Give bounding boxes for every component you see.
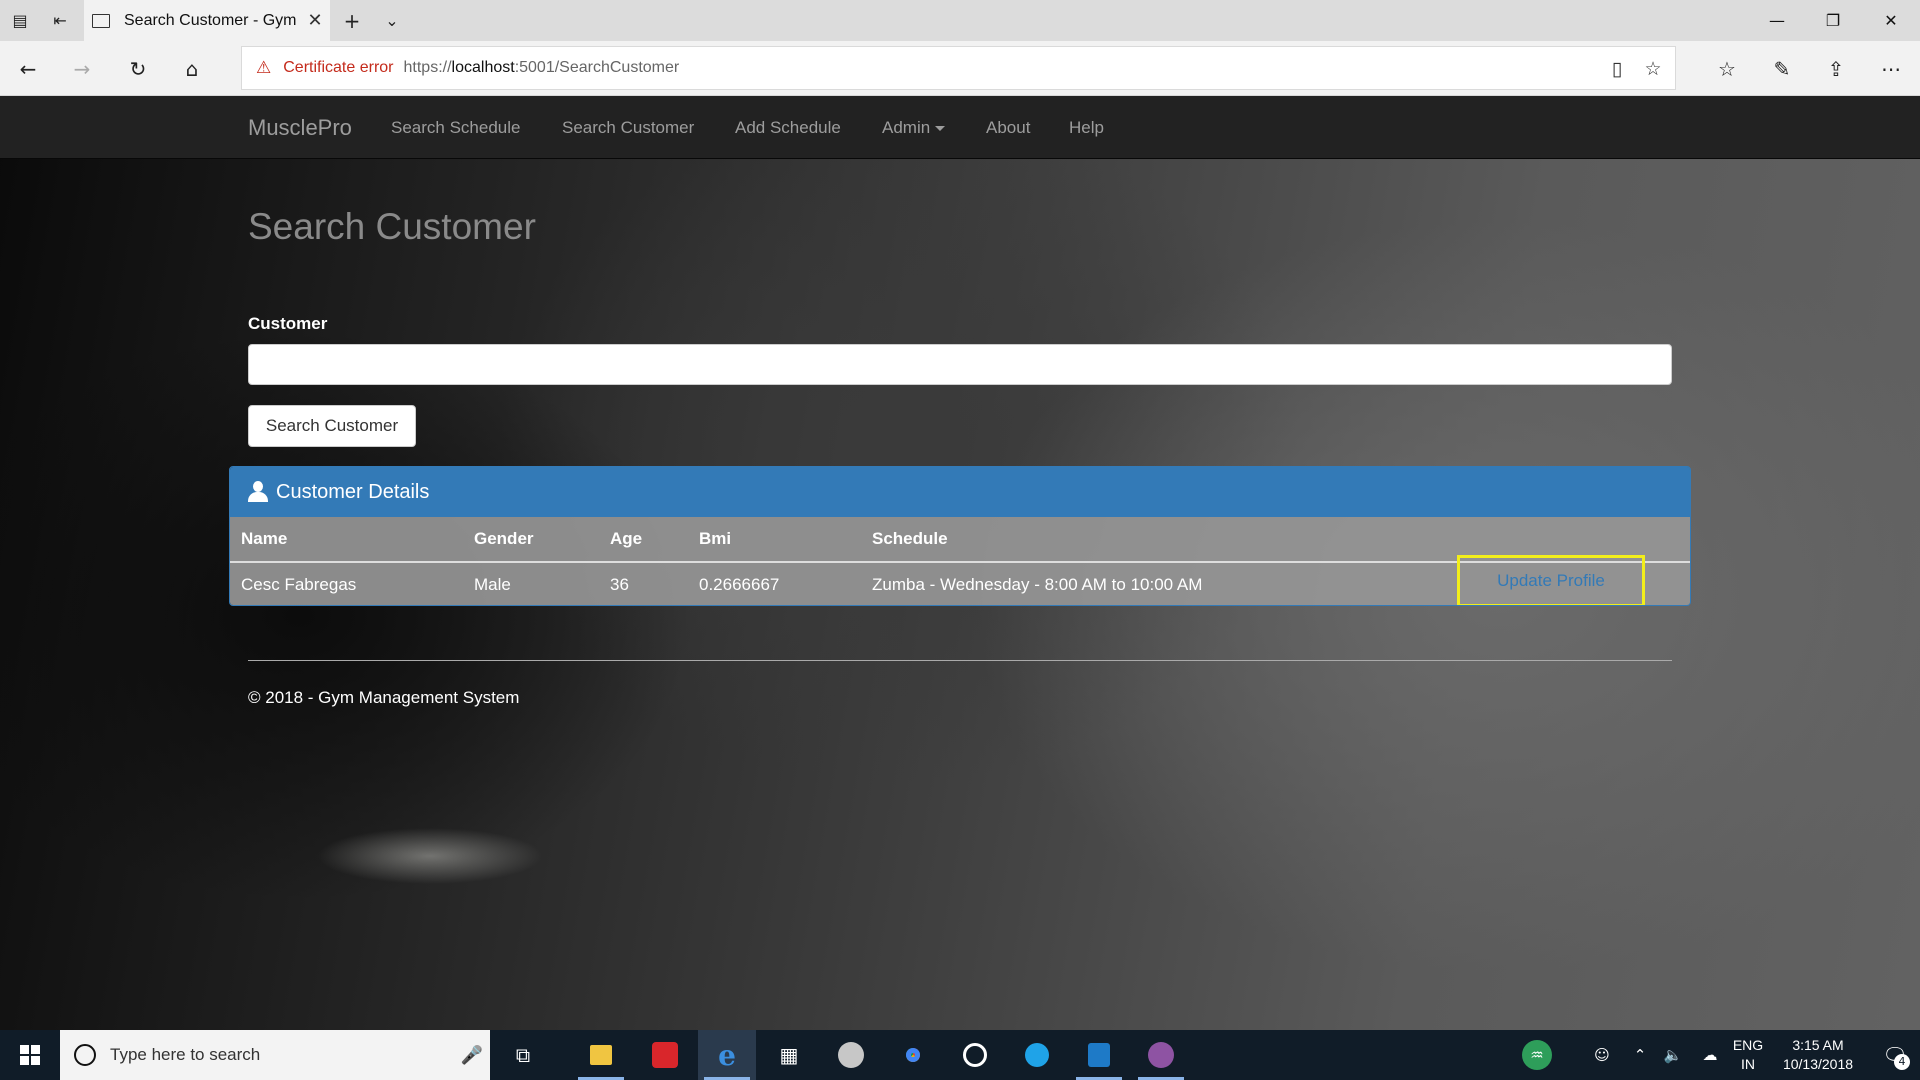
page-icon [92,13,110,28]
tab-list-icon[interactable]: ▤ [0,0,40,41]
new-tab-icon[interactable]: + [332,0,372,41]
notification-count-badge: 4 [1894,1054,1910,1070]
browser-tab[interactable]: Search Customer - Gym ✕ [84,0,330,41]
browser-tab-bar: ▤ ⇤ Search Customer - Gym ✕ + ⌄ — ❐ ✕ [0,0,1920,41]
user-icon [248,481,268,503]
footer-text: © 2018 - Gym Management System [248,688,520,707]
paint-app-icon[interactable] [822,1030,880,1080]
vscode-icon[interactable] [1070,1030,1128,1080]
file-explorer-icon[interactable] [572,1030,630,1080]
forward-icon[interactable]: → [62,49,102,89]
col-bmi: Bmi [699,529,732,548]
reading-view-icon[interactable]: ▯ [1597,47,1637,91]
action-center-icon[interactable]: 🗨 4 [1870,1030,1920,1080]
site-navbar: MusclePro Search Schedule Search Custome… [0,96,1920,159]
edge-browser-icon[interactable]: e [698,1030,756,1080]
nav-about[interactable]: About [986,96,1030,159]
taskbar-search[interactable]: Type here to search 🎤 [60,1030,490,1080]
col-name: Name [241,529,288,548]
url-host: localhost [451,59,515,76]
caret-down-icon [935,126,946,132]
col-gender: Gender [474,529,534,548]
nav-help[interactable]: Help [1069,96,1104,159]
windows-taskbar: Type here to search 🎤 ⧉ e ▦ ♒ ☺ ⌃ 🔈 ☁ EN… [0,1030,1920,1080]
brand-link[interactable]: MusclePro [248,96,352,159]
url-path: :5001/SearchCustomer [514,59,680,76]
cell-gender: Male [474,575,511,594]
restore-button[interactable]: ❐ [1806,0,1860,41]
cell-age: 36 [610,575,629,594]
nav-search-schedule[interactable]: Search Schedule [391,96,520,159]
tab-title: Search Customer - Gym [124,11,297,29]
more-icon[interactable]: ⋯ [1871,49,1911,89]
media-app-icon[interactable] [946,1030,1004,1080]
web-notes-icon[interactable]: ✎ [1762,49,1802,89]
customer-label: Customer [248,314,328,333]
cell-schedule: Zumba - Wednesday - 8:00 AM to 10:00 AM [872,575,1203,594]
certificate-error-label[interactable]: Certificate error [283,59,393,77]
reader-app-icon[interactable] [636,1030,694,1080]
minimize-button[interactable]: — [1750,0,1804,41]
system-clock[interactable]: 3:15 AM 10/13/2018 [1770,1036,1866,1074]
page-title: Search Customer [248,206,536,247]
volume-icon[interactable]: 🔈 [1656,1030,1690,1080]
tab-menu-chevron-icon[interactable]: ⌄ [372,0,412,41]
panel-heading: Customer Details [230,467,1690,517]
refresh-icon[interactable]: ↻ [118,49,158,89]
customer-details-panel: Customer Details Name Gender Age Bmi Sch… [229,466,1691,606]
skype-icon[interactable] [1008,1030,1066,1080]
home-icon[interactable]: ⌂ [172,49,212,89]
nav-add-schedule[interactable]: Add Schedule [735,96,841,159]
github-desktop-icon[interactable] [1132,1030,1190,1080]
set-aside-tabs-icon[interactable]: ⇤ [40,0,80,41]
panel-title: Customer Details [276,480,430,503]
col-age: Age [610,529,643,548]
footer-divider [248,660,1672,661]
back-icon[interactable]: ← [8,49,48,89]
nav-search-customer[interactable]: Search Customer [562,96,694,159]
customer-table: Name Gender Age Bmi Schedule Cesc Fabreg… [230,517,1690,605]
calculator-icon[interactable]: ▦ [760,1030,818,1080]
lang-code: ENG [1732,1037,1764,1053]
people-icon[interactable]: ☺ [1582,1030,1622,1080]
start-button[interactable] [0,1030,60,1080]
clock-date: 10/13/2018 [1782,1056,1854,1072]
lang-region: IN [1741,1056,1755,1072]
share-icon[interactable]: ⇪ [1816,49,1856,89]
customer-search-input[interactable] [248,344,1672,385]
nav-admin-label: Admin [882,118,931,137]
onedrive-icon[interactable]: ☁ [1692,1030,1728,1080]
clock-time: 3:15 AM [1792,1037,1844,1053]
chrome-icon[interactable] [884,1030,942,1080]
url-text[interactable]: https://localhost:5001/SearchCustomer [404,59,680,77]
pulse-monitor-icon[interactable]: ♒ [1514,1030,1560,1080]
nav-admin-dropdown[interactable]: Admin [882,96,946,159]
taskbar-search-placeholder: Type here to search [110,1045,261,1064]
cortana-icon [74,1044,96,1066]
update-profile-link[interactable]: Update Profile [1457,555,1645,605]
task-view-icon[interactable]: ⧉ [494,1030,552,1080]
warning-icon: ⚠ [256,58,272,78]
search-customer-button[interactable]: Search Customer [248,405,416,447]
input-language[interactable]: ENG IN [1730,1036,1766,1074]
url-scheme: https:// [403,59,452,76]
microphone-icon[interactable]: 🎤 [454,1045,490,1066]
windows-logo-icon [20,1045,40,1065]
favorite-star-icon[interactable]: ☆ [1633,47,1673,91]
favorites-hub-icon[interactable]: ☆ [1707,49,1747,89]
page-viewport: MusclePro Search Schedule Search Custome… [0,96,1920,1030]
cell-bmi: 0.2666667 [699,575,780,594]
show-hidden-icons-chevron[interactable]: ⌃ [1626,1030,1654,1080]
browser-toolbar: ← → ↻ ⌂ ⚠ Certificate error https://loca… [0,41,1920,96]
cell-name: Cesc Fabregas [241,575,357,594]
tab-close-icon[interactable]: ✕ [300,10,330,31]
address-bar[interactable]: ⚠ Certificate error https://localhost:50… [241,46,1676,90]
col-schedule: Schedule [872,529,948,548]
close-window-button[interactable]: ✕ [1864,0,1918,41]
